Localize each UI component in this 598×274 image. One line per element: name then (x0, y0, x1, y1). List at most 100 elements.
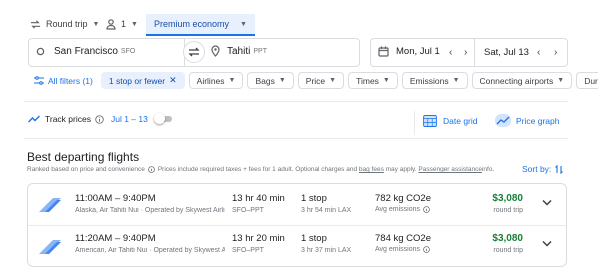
destination-field[interactable]: Tahiti PPT (211, 45, 267, 57)
track-toggle[interactable] (153, 113, 174, 124)
chip-label: Times (356, 75, 379, 86)
caret-down-icon: ▼ (382, 77, 390, 84)
caret-down-icon: ▼ (228, 77, 236, 84)
flight-layover: 3 hr 37 min LAX (301, 247, 352, 254)
flight-route: SFO–PPT (232, 207, 264, 214)
info-icon[interactable] (148, 166, 155, 173)
price-filter-chip[interactable]: Price ▼ (297, 72, 345, 89)
stops-filter-label: 1 stop or fewer (108, 75, 166, 86)
destination-code: PPT (253, 47, 267, 55)
price-label: round trip (493, 247, 523, 254)
return-next-icon[interactable]: › (554, 47, 557, 58)
emissions-label: Avg emissions (375, 206, 421, 213)
return-date[interactable]: Sat, Jul 13 (484, 47, 529, 58)
origin-circle-icon (36, 47, 45, 56)
toggle-thumb (153, 113, 165, 124)
cabin-class-select[interactable]: Premium economy ▼ (146, 14, 255, 36)
trend-icon (28, 115, 40, 123)
flight-times: 11:20AM – 9:40PM (75, 233, 156, 244)
passenger-assistance-link[interactable]: Passenger assistance (418, 166, 482, 173)
flight-airline: Alaska, Air Tahiti Nui · Operated by Sky… (75, 207, 225, 214)
chip-label: Bags (255, 75, 275, 86)
caret-down-icon: ▼ (329, 77, 337, 84)
flight-price: $3,080 (492, 193, 523, 204)
dates-divider (474, 38, 475, 67)
info-icon[interactable] (423, 246, 430, 253)
origin-city: San Francisco (54, 46, 118, 57)
ranked-note: Ranked based on price and convenience (27, 166, 145, 173)
caret-down-icon: ▼ (278, 77, 286, 84)
connecting-airports-filter-chip[interactable]: Connecting airports ▼ (471, 72, 573, 89)
sort-by-button[interactable]: Sort by: (522, 164, 564, 174)
caret-down-icon: ▼ (452, 77, 460, 84)
bag-fees-link[interactable]: bag fees (359, 166, 384, 173)
airline-logo-icon (39, 240, 61, 254)
date-grid-label: Date grid (443, 115, 478, 126)
flight-stops: 1 stop (301, 193, 327, 204)
flight-row[interactable]: 11:20AM – 9:40PM American, Air Tahiti Nu… (28, 226, 566, 267)
flight-duration: 13 hr 40 min (232, 193, 285, 204)
depart-date: Mon, Jul 1 (396, 46, 440, 57)
calendar-grid-icon (423, 114, 437, 127)
price-graph-button[interactable]: Price graph (495, 114, 559, 127)
close-icon[interactable]: ✕ (169, 75, 177, 86)
swap-route-button[interactable] (183, 41, 205, 63)
airlines-filter-chip[interactable]: Airlines ▼ (188, 72, 244, 89)
track-prices-label: Track prices (45, 114, 91, 124)
fees-note-end: info. (481, 166, 495, 173)
all-filters-button[interactable]: All filters (1) (30, 72, 97, 89)
filter-bar: All filters (1) 1 stop or fewer ✕ Airlin… (30, 72, 598, 89)
track-prices-row: Track prices Jul 1 – 13 (28, 113, 174, 124)
return-prev-icon[interactable]: ‹ (537, 47, 540, 58)
swap-arrows-icon (30, 19, 41, 30)
track-dates: Jul 1 – 13 (110, 114, 148, 124)
expand-chevron-icon[interactable] (542, 199, 552, 206)
caret-down-icon: ▼ (240, 20, 247, 28)
expand-chevron-icon[interactable] (542, 240, 552, 247)
origin-field[interactable]: San Francisco SFO (36, 46, 135, 57)
emissions-filter-chip[interactable]: Emissions ▼ (401, 72, 468, 89)
fees-note-mid: may apply. (383, 166, 419, 173)
sort-label: Sort by: (522, 164, 552, 174)
calendar-icon (378, 46, 389, 57)
flight-duration: 13 hr 20 min (232, 233, 285, 244)
passenger-count: 1 (121, 19, 127, 29)
chip-label: Airlines (196, 75, 225, 86)
stops-filter-chip[interactable]: 1 stop or fewer ✕ (100, 72, 185, 89)
divider (24, 101, 568, 102)
chip-label: Duratio (584, 75, 598, 86)
depart-prev-icon[interactable]: ‹ (449, 47, 452, 58)
bags-filter-chip[interactable]: Bags ▼ (247, 72, 294, 89)
divider (414, 111, 415, 135)
depart-next-icon[interactable]: › (464, 47, 467, 58)
emissions-label: Avg emissions (375, 246, 421, 253)
caret-down-icon: ▼ (92, 20, 100, 28)
destination-city: Tahiti (227, 45, 251, 57)
duration-filter-chip[interactable]: Duratio (576, 72, 598, 89)
fees-note: Prices include required taxes + fees for… (157, 166, 359, 173)
emissions-info: Avg emissions (375, 206, 430, 213)
info-icon[interactable] (423, 206, 430, 213)
airline-logo-icon (39, 198, 61, 212)
filter-sliders-icon (34, 76, 44, 85)
date-grid-button[interactable]: Date grid (423, 114, 478, 127)
sort-icon (555, 164, 564, 174)
trip-type-label: Round trip (46, 19, 88, 29)
all-filters-label: All filters (1) (48, 75, 93, 86)
flight-times: 11:00AM – 9:40PM (75, 193, 156, 204)
location-pin-icon (211, 45, 220, 57)
flight-emissions: 784 kg CO2e (375, 233, 431, 244)
person-icon (106, 18, 116, 30)
origin-code: SFO (120, 48, 136, 55)
caret-down-icon: ▼ (131, 20, 138, 28)
emissions-info: Avg emissions (375, 246, 430, 253)
trip-type-select[interactable]: Round trip ▼ (30, 14, 99, 34)
price-graph-icon (495, 114, 511, 127)
flight-row[interactable]: 11:00AM – 9:40PM Alaska, Air Tahiti Nui … (28, 184, 566, 225)
passengers-select[interactable]: 1 ▼ (106, 14, 138, 34)
chip-label: Emissions (409, 75, 449, 86)
depart-date-field[interactable]: Mon, Jul 1 (378, 46, 440, 57)
info-icon[interactable] (95, 114, 104, 124)
swap-icon (188, 47, 200, 57)
times-filter-chip[interactable]: Times ▼ (348, 72, 398, 89)
